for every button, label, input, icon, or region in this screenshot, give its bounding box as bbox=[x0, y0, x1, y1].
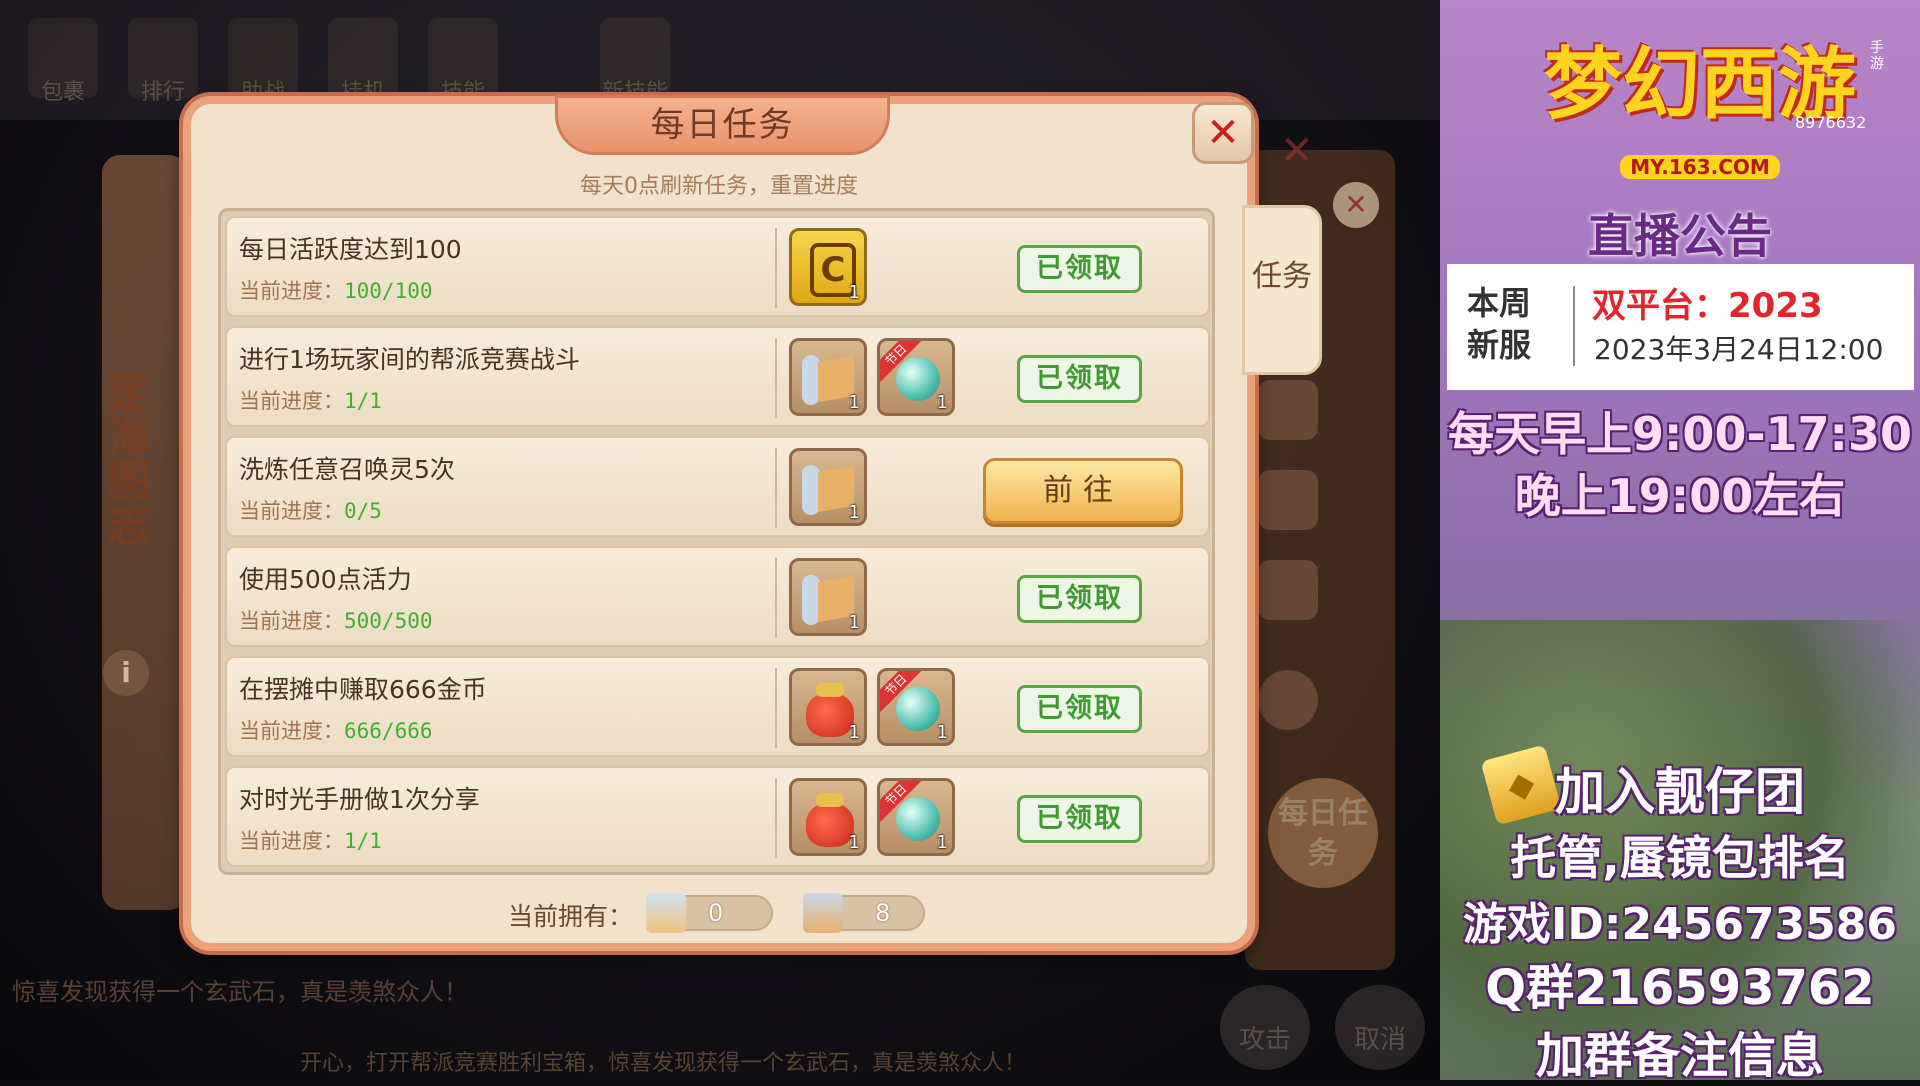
bag-button[interactable]: 包裹 bbox=[28, 18, 98, 105]
notice-platform: 双平台：2023 bbox=[1592, 286, 1823, 326]
owned-currency-1: 8 bbox=[803, 893, 925, 933]
task-progress: 当前进度：500/500 bbox=[239, 609, 433, 633]
orb-icon bbox=[1258, 470, 1318, 530]
row-divider bbox=[775, 778, 777, 858]
task-progress: 当前进度：1/1 bbox=[239, 389, 382, 413]
owned-label: 当前拥有： bbox=[508, 902, 634, 931]
notice-title: 直播公告 bbox=[1588, 209, 1772, 263]
claimed-badge: 已领取 bbox=[1017, 575, 1142, 623]
task-row: 洗炼任意召唤灵5次 当前进度：0/5 1 前往 bbox=[225, 436, 1210, 537]
row-divider bbox=[775, 558, 777, 638]
gold-card-icon[interactable]: C 1 bbox=[789, 228, 867, 306]
scroll-icon bbox=[803, 893, 843, 933]
row-divider bbox=[775, 448, 777, 528]
service-line: 托管,蜃镜包排名 bbox=[1510, 831, 1850, 885]
background-close-icon: ✕ bbox=[1280, 128, 1314, 174]
task-row: 使用500点活力 当前进度：500/500 1 已领取 bbox=[225, 546, 1210, 647]
go-button[interactable]: 前往 bbox=[983, 458, 1183, 524]
row-divider bbox=[775, 228, 777, 308]
ranking-button[interactable]: 排行 bbox=[128, 18, 198, 105]
info-icon[interactable]: i bbox=[103, 650, 149, 696]
cancel-button[interactable]: 取消 bbox=[1335, 985, 1425, 1070]
task-progress: 当前进度：0/5 bbox=[239, 499, 382, 523]
notice-box: 本周新服 双平台：2023 2023年3月24日12:00 bbox=[1447, 264, 1914, 390]
dialog-subtitle: 每天0点刷新任务，重置进度 bbox=[580, 174, 858, 199]
cards-icon bbox=[1258, 560, 1318, 620]
task-name: 每日活跃度达到100 bbox=[239, 235, 462, 264]
claimed-badge: 已领取 bbox=[1017, 795, 1142, 843]
new-skill-button[interactable]: 新技能 bbox=[600, 18, 670, 105]
notice-divider bbox=[1573, 286, 1575, 366]
qq-group-line: Q群216593762 bbox=[1485, 960, 1875, 1016]
scroll-icon[interactable]: 1 bbox=[789, 558, 867, 636]
logo-url: MY.163.COM bbox=[1620, 155, 1780, 179]
more-icon bbox=[1258, 670, 1318, 730]
assist-button[interactable]: 助战 bbox=[228, 18, 298, 105]
join-line: 加入靓仔团 bbox=[1555, 763, 1805, 821]
tab-tasks[interactable]: 任务 bbox=[1242, 205, 1322, 375]
pearl-icon[interactable]: 节日 1 bbox=[877, 668, 955, 746]
daily-task-entry-button[interactable]: 每日任务 bbox=[1268, 778, 1378, 888]
lucky-bag-icon[interactable]: 1 bbox=[789, 778, 867, 856]
lucky-bag-icon[interactable]: 1 bbox=[789, 668, 867, 746]
row-divider bbox=[775, 668, 777, 748]
pearl-icon[interactable]: 节日 1 bbox=[877, 778, 955, 856]
notice-label: 本周新服 bbox=[1467, 284, 1532, 364]
mobile-tag: 手游 bbox=[1870, 40, 1884, 72]
logo-id: 8976632 bbox=[1795, 113, 1867, 132]
task-row: 每日活跃度达到100 当前进度：100/100 C 1 已领取 bbox=[225, 216, 1210, 317]
close-icon: ✕ bbox=[1206, 110, 1240, 156]
task-name: 进行1场玩家间的帮派竞赛战斗 bbox=[239, 345, 580, 374]
task-progress: 当前进度：100/100 bbox=[239, 279, 433, 303]
dialog-title: 每日任务 bbox=[555, 95, 890, 155]
background-close-icon-2: ✕ bbox=[1333, 182, 1379, 228]
notice-date: 2023年3月24日12:00 bbox=[1594, 333, 1884, 366]
claimed-badge: 已领取 bbox=[1017, 355, 1142, 403]
scroll-icon[interactable]: 1 bbox=[789, 448, 867, 526]
claimed-badge: 已领取 bbox=[1017, 245, 1142, 293]
blue-scroll-icon bbox=[646, 893, 686, 933]
task-row: 对时光手册做1次分享 当前进度：1/1 1 节日 1 已领取 bbox=[225, 766, 1210, 867]
atlas-title: 定海图志 bbox=[99, 370, 150, 546]
schedule-line-2: 晚上19:00左右 bbox=[1514, 469, 1846, 523]
task-row: 进行1场玩家间的帮派竞赛战斗 当前进度：1/1 1 节日 1 已领取 bbox=[225, 326, 1210, 427]
close-button[interactable]: ✕ bbox=[1192, 102, 1254, 164]
task-row: 在摆摊中赚取666金币 当前进度：666/666 1 节日 1 已领取 bbox=[225, 656, 1210, 757]
chat-log: 惊喜发现获得一个玄武石，真是羡煞众人！ bbox=[12, 978, 468, 1006]
claimed-badge: 已领取 bbox=[1017, 685, 1142, 733]
task-name: 在摆摊中赚取666金币 bbox=[239, 675, 487, 704]
schedule-line-1: 每天早上9:00-17:30 bbox=[1448, 407, 1912, 461]
idle-button[interactable]: 挂机 bbox=[328, 18, 398, 105]
row-divider bbox=[775, 338, 777, 418]
attack-button[interactable]: 攻击 bbox=[1220, 985, 1310, 1070]
skill-button[interactable]: 技能 bbox=[428, 18, 498, 105]
system-ticker: 开心，打开帮派竞赛胜利宝箱，惊喜发现获得一个玄武石，真是羡煞众人！ bbox=[300, 1051, 1027, 1076]
pearl-icon[interactable]: 节日 1 bbox=[877, 338, 955, 416]
task-progress: 当前进度：1/1 bbox=[239, 829, 382, 853]
task-name: 使用500点活力 bbox=[239, 565, 412, 594]
task-name: 对时光手册做1次分享 bbox=[239, 785, 480, 814]
task-progress: 当前进度：666/666 bbox=[239, 719, 433, 743]
scroll-icon[interactable]: 1 bbox=[789, 338, 867, 416]
note-line: 加群备注信息 bbox=[1535, 1028, 1824, 1084]
game-logo: 梦幻西游 bbox=[1543, 40, 1856, 130]
taiji-icon bbox=[1258, 380, 1318, 440]
owned-currency-0: 0 bbox=[646, 893, 773, 933]
game-id-line: 游戏ID:245673586 bbox=[1462, 899, 1898, 950]
task-name: 洗炼任意召唤灵5次 bbox=[239, 455, 455, 484]
